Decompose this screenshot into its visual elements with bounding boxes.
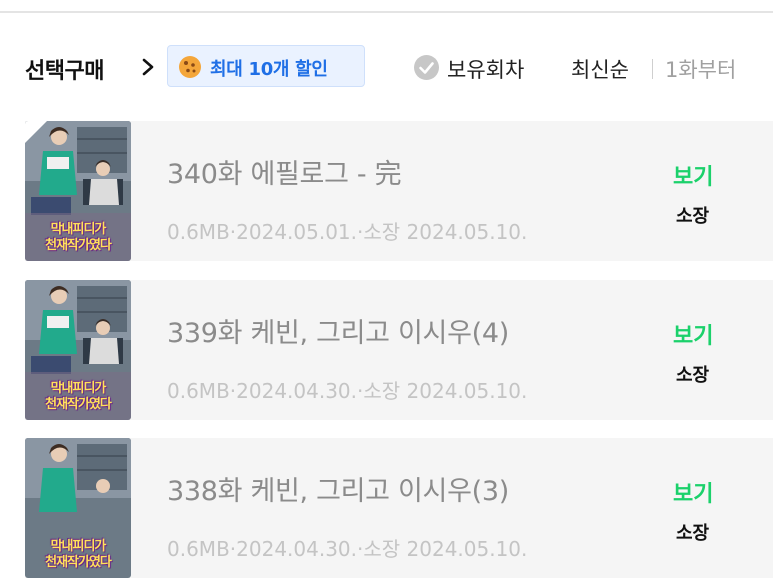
owned-episodes-label[interactable]: 보유회차 xyxy=(447,54,524,84)
check-circle-icon[interactable] xyxy=(414,55,439,80)
thumbnail-title-line2: 천재작가였다 xyxy=(45,555,112,570)
view-button[interactable]: 보기 xyxy=(673,476,713,508)
owned-status: 소장 xyxy=(676,523,710,544)
view-button[interactable]: 보기 xyxy=(673,318,713,350)
chevron-right-icon[interactable] xyxy=(140,57,156,77)
thumbnail-title-line2: 천재작가였다 xyxy=(45,397,112,412)
episode-row[interactable]: 막내피디가 천재작가였다 340화 에필로그 - 完 0.6MB·2024.05… xyxy=(25,121,773,261)
discount-badge-label: 최대 10개 할인 xyxy=(210,59,328,80)
episode-thumbnail: 막내피디가 천재작가였다 xyxy=(25,121,131,261)
top-divider xyxy=(0,11,773,13)
sort-divider xyxy=(652,59,653,79)
thumbnail-title-line2: 천재작가였다 xyxy=(45,238,112,253)
episode-row[interactable]: 막내피디가 천재작가였다 339화 케빈, 그리고 이시우(4) 0.6MB·2… xyxy=(25,280,773,420)
episode-thumbnail: 막내피디가 천재작가였다 xyxy=(25,438,131,578)
episode-title: 340화 에필로그 - 完 xyxy=(167,159,402,190)
owned-status: 소장 xyxy=(676,365,710,386)
cookie-icon xyxy=(179,56,201,78)
discount-badge[interactable]: 최대 10개 할인 xyxy=(167,45,365,87)
episode-meta: 0.6MB·2024.05.01.·소장 2024.05.10. xyxy=(167,220,528,244)
episode-title: 339화 케빈, 그리고 이시우(4) xyxy=(167,318,509,349)
episode-list-header: 선택구매 최대 10개 할인 보유회차 최신순 1화부터 xyxy=(0,44,773,92)
view-button[interactable]: 보기 xyxy=(673,159,713,191)
sort-first-option[interactable]: 1화부터 xyxy=(665,54,736,84)
episode-meta: 0.6MB·2024.04.30.·소장 2024.05.10. xyxy=(167,537,528,561)
episode-thumbnail: 막내피디가 천재작가였다 xyxy=(25,280,131,420)
episode-meta: 0.6MB·2024.04.30.·소장 2024.05.10. xyxy=(167,379,528,403)
sort-newest-option[interactable]: 최신순 xyxy=(571,54,629,84)
episode-row[interactable]: 막내피디가 천재작가였다 338화 케빈, 그리고 이시우(3) 0.6MB·2… xyxy=(25,438,773,578)
owned-status: 소장 xyxy=(676,206,710,227)
episode-title: 338화 케빈, 그리고 이시우(3) xyxy=(167,476,509,507)
select-purchase-label[interactable]: 선택구매 xyxy=(25,53,104,85)
